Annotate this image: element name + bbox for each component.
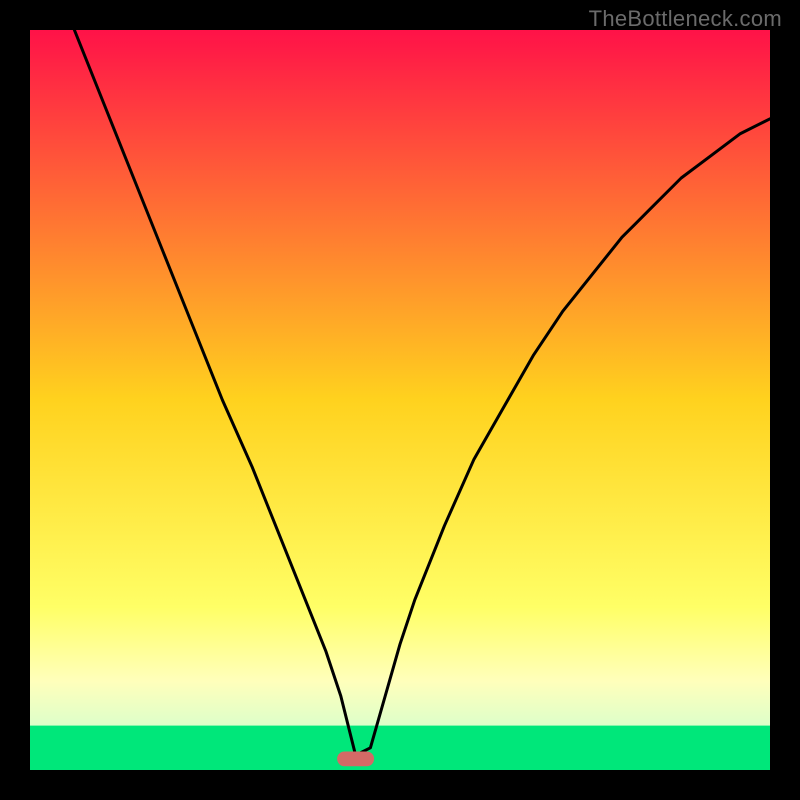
chart-stage: TheBottleneck.com [0, 0, 800, 800]
green-band [30, 726, 770, 770]
bottleneck-chart [30, 30, 770, 770]
chart-background [30, 30, 770, 770]
optimal-marker [337, 752, 374, 767]
watermark-text: TheBottleneck.com [589, 6, 782, 32]
chart-svg [30, 30, 770, 770]
